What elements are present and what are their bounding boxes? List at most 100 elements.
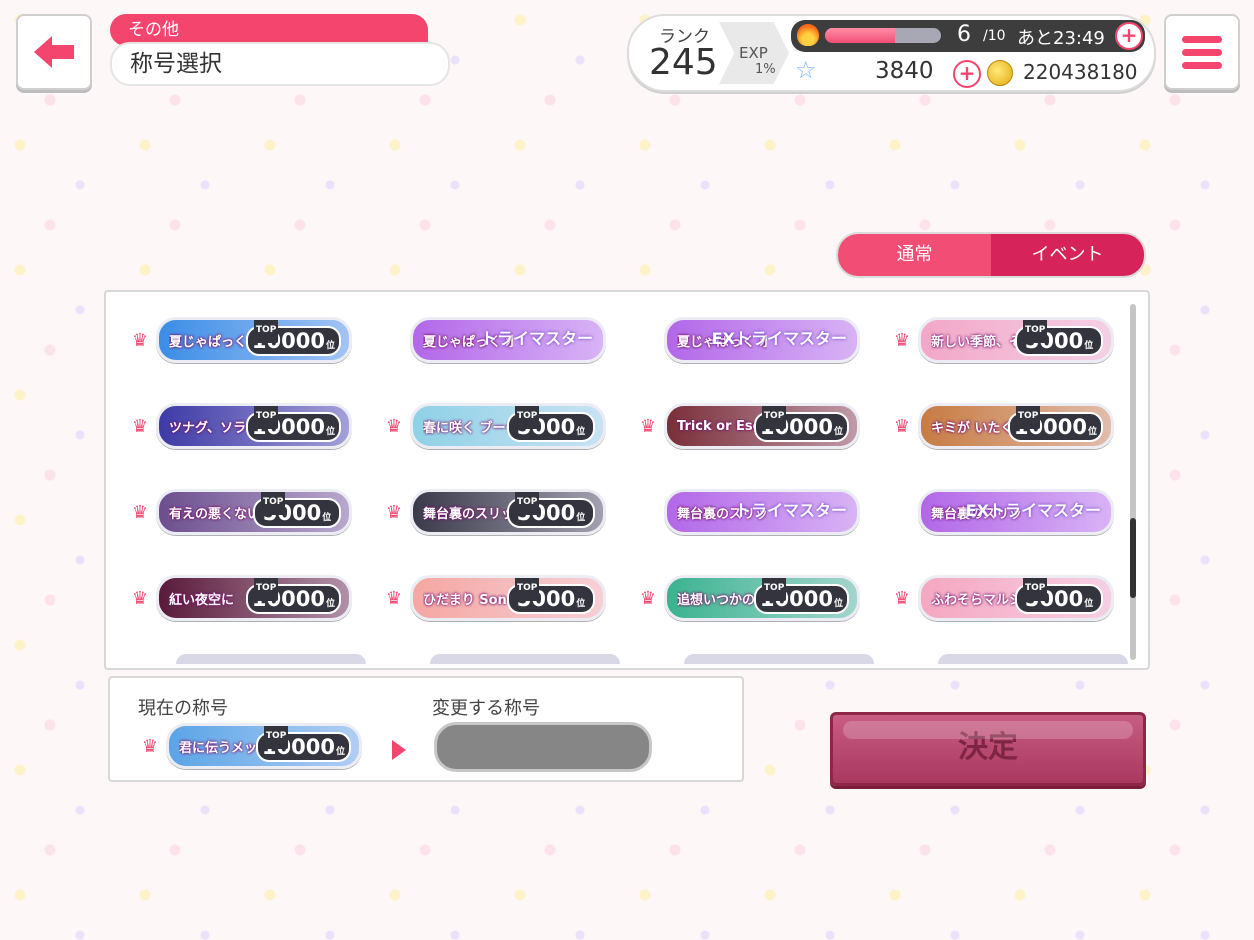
scrollbar[interactable]	[1130, 304, 1136, 660]
award-label: EXトライマスター	[711, 329, 847, 348]
award-label: EXトライマスター	[965, 501, 1101, 520]
stamina-bar	[825, 28, 941, 43]
title-item[interactable]: ♛ 夏じゃぱっく 水の国TOP10000位	[130, 316, 384, 364]
title-item[interactable]: ♛ 春に咲く ブーケ TOP 5000位	[384, 402, 638, 450]
next-row-peek	[150, 654, 1140, 666]
rank-badge: TOP 10000位	[245, 320, 341, 356]
title-type-tabs: 通常 イベント	[836, 232, 1146, 278]
title-item[interactable]: ♛ Trick or Escape!TOP10000位	[638, 402, 892, 450]
crown-icon: ♛	[639, 587, 657, 609]
title-grid: ♛夏じゃぱっく 水の国TOP10000位♛夏じゃぱっく 水の国トライマスター♛夏…	[130, 316, 1146, 622]
title-item[interactable]: ♛ ふわそらマルシェTOP5000位	[892, 574, 1146, 622]
title-item[interactable]: ♛ 舞台裏のスリットTOP5000位	[384, 488, 638, 536]
rank-top-label: TOP	[253, 320, 279, 343]
title-name: 新しい季節、その前に	[931, 334, 1021, 350]
stamina-max: /10	[983, 28, 1006, 44]
crown-icon: ♛	[385, 587, 403, 609]
back-button[interactable]	[16, 14, 92, 90]
rank-pos-label: 位	[325, 427, 335, 437]
stamina-box: 6 /10 あと23:49 +	[791, 20, 1145, 52]
title-item[interactable]: ♛舞台裏のスリットEXトライマスター	[892, 488, 1146, 536]
crown-icon: ♛	[893, 329, 911, 351]
peek-title	[430, 654, 620, 664]
title-item[interactable]: ♛ 追想いつかのクリスマスTOP10000位	[638, 574, 892, 622]
title-badge: 夏じゃぱっく 水の国トライマスター	[410, 317, 606, 363]
title-item[interactable]: ♛夏じゃぱっく 水の国EXトライマスター	[638, 316, 892, 364]
title-badge: 新しい季節、その前にTOP5000位	[918, 317, 1114, 363]
rank-top-label: TOP	[1015, 406, 1041, 429]
title-badge: ふわそらマルシェTOP5000位	[918, 575, 1114, 621]
title-item[interactable]: ♛ 新しい季節、その前にTOP5000位	[892, 316, 1146, 364]
decide-button[interactable]: 決定	[830, 712, 1146, 786]
rank-pos-label: 位	[833, 599, 843, 609]
award-label: トライマスター	[480, 329, 593, 348]
title-item[interactable]: ♛ 有えの悪くない休日TOP5000位	[130, 488, 384, 536]
rank-pos-label: 位	[1087, 427, 1097, 437]
title-item[interactable]: ♛ キミが いたくらいTOP10000位	[892, 402, 1146, 450]
crown-icon: ♛	[385, 415, 403, 437]
stamina-bar-fill	[825, 28, 895, 43]
peek-title	[176, 654, 366, 664]
title-badge: ひだまり Son AformeTOP5000位	[410, 575, 606, 621]
rank-top-label: TOP	[515, 406, 540, 429]
rank-badge: TOP 10000位	[753, 406, 849, 442]
title-item[interactable]: ♛舞台裏のスリットトライマスター	[638, 488, 892, 536]
rank-top-label: TOP	[515, 492, 540, 515]
rank-badge: TOP 10000位	[1007, 406, 1103, 442]
rank-badge: TOP 5000位	[507, 406, 595, 442]
stamina-timer: あと23:49	[1017, 28, 1105, 49]
stamina-plus-button[interactable]: +	[1115, 22, 1143, 50]
rank-top-label: TOP	[761, 406, 787, 429]
stamina-current: 6	[957, 22, 971, 47]
coin-count: 220438180	[1023, 60, 1138, 84]
change-title-label: 変更する称号	[432, 698, 540, 719]
title-item[interactable]: ♛ ひだまり Son AformeTOP5000位	[384, 574, 638, 622]
crown-icon: ♛	[131, 329, 149, 351]
rank-badge: TOP 5000位	[507, 578, 595, 614]
scrollbar-thumb[interactable]	[1130, 518, 1136, 598]
title-badge: 舞台裏のスリットTOP5000位	[410, 489, 606, 535]
rank-badge: TOP 10000位	[255, 726, 351, 762]
tab-event[interactable]: イベント	[991, 234, 1144, 276]
star-icon: ☆	[795, 56, 817, 84]
title-badge: 有えの悪くない休日TOP5000位	[156, 489, 352, 535]
rank-badge: TOP 5000位	[253, 492, 341, 528]
current-title-label: 現在の称号	[138, 698, 228, 719]
title-name: 舞台裏のスリット	[423, 506, 513, 522]
crown-icon: ♛	[131, 415, 149, 437]
title-item[interactable]: ♛ ツナグ、ソラモヨウTOP10000位	[130, 402, 384, 450]
title-badge: Trick or Escape!TOP10000位	[664, 403, 860, 449]
rank-badge: TOP 10000位	[753, 578, 849, 614]
title-badge: 追想いつかのクリスマスTOP10000位	[664, 575, 860, 621]
title-badge: 紅い夜空に TOP 10000位	[156, 575, 352, 621]
title-badge: 春に咲く ブーケ TOP 5000位	[410, 403, 606, 449]
current-title-cell: ♛ 君に伝うメッセージ! TOP 10000位	[140, 722, 362, 770]
crown-icon: ♛	[131, 501, 149, 523]
crown-icon: ♛	[131, 587, 149, 609]
rank-badge: TOP 5000位	[507, 492, 595, 528]
rank-pos-label: 位	[576, 599, 586, 609]
back-arrow-icon	[34, 36, 74, 68]
rank-top-label: TOP	[261, 492, 286, 515]
title-badge: 夏じゃぱっく 水の国EXトライマスター	[664, 317, 860, 363]
rank-pos-label: 位	[335, 747, 345, 757]
title-badge: キミが いたくらいTOP10000位	[918, 403, 1114, 449]
rank-top-label: TOP	[1023, 320, 1048, 343]
award-label: トライマスター	[734, 501, 847, 520]
star-count: 3840	[875, 58, 934, 84]
title-item[interactable]: ♛夏じゃぱっく 水の国トライマスター	[384, 316, 638, 364]
tab-normal[interactable]: 通常	[838, 234, 991, 276]
page-title: 称号選択	[110, 42, 450, 86]
rank-pos-label: 位	[325, 341, 335, 351]
title-badge: 舞台裏のスリットEXトライマスター	[918, 489, 1114, 535]
fire-icon	[797, 24, 819, 46]
crown-icon: ♛	[141, 735, 159, 757]
star-plus-button[interactable]: +	[953, 60, 981, 88]
peek-title	[684, 654, 874, 664]
rank-badge: TOP 5000位	[1015, 578, 1103, 614]
crown-icon: ♛	[639, 415, 657, 437]
title-item[interactable]: ♛ 紅い夜空に TOP 10000位	[130, 574, 384, 622]
rank-top-label: TOP	[263, 726, 289, 749]
menu-button[interactable]	[1164, 14, 1240, 90]
rank-pos-label: 位	[576, 513, 586, 523]
